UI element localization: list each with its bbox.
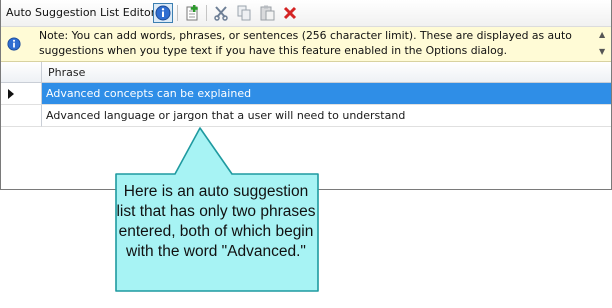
phrase-cell[interactable]: Advanced concepts can be explained — [42, 83, 611, 105]
paste-icon — [260, 5, 275, 21]
note-bar: Note: You can add words, phrases, or sen… — [1, 27, 611, 62]
phrase-column-header[interactable]: Phrase — [48, 66, 85, 79]
delete-button[interactable] — [280, 3, 300, 23]
scroll-up-icon[interactable]: ▲ — [599, 30, 605, 39]
phrase-cell[interactable]: Advanced language or jargon that a user … — [42, 105, 611, 127]
add-icon — [186, 5, 198, 21]
info-icon — [155, 5, 171, 21]
table-row[interactable]: Advanced language or jargon that a user … — [1, 105, 611, 127]
scroll-down-icon[interactable]: ▼ — [599, 47, 605, 56]
editor-title: Auto Suggestion List Editor — [6, 6, 156, 19]
info-button[interactable] — [153, 3, 173, 23]
toolbar-separator — [206, 5, 207, 21]
cut-icon — [214, 6, 228, 21]
note-text: Note: You can add words, phrases, or sen… — [39, 29, 572, 57]
paste-button[interactable] — [257, 3, 277, 23]
phrase-text: Advanced concepts can be explained — [46, 87, 252, 100]
cut-button[interactable] — [211, 3, 231, 23]
callout-text: Here is an auto suggestion list that has… — [116, 183, 316, 260]
row-selector[interactable] — [1, 105, 42, 127]
copy-button[interactable] — [234, 3, 254, 23]
note-scrollbar[interactable]: ▲ ▼ — [596, 27, 611, 61]
row-selector[interactable] — [1, 83, 42, 105]
table-row[interactable]: Advanced concepts can be explained — [1, 83, 611, 105]
info-icon — [7, 37, 21, 51]
delete-icon — [283, 6, 297, 20]
toolbar-separator — [177, 5, 178, 21]
add-button[interactable] — [182, 3, 202, 23]
phrase-grid: Phrase Advanced concepts can be explaine… — [1, 62, 611, 188]
toolbar: Auto Suggestion List Editor — [1, 0, 611, 27]
copy-icon — [237, 5, 251, 21]
row-header-corner — [1, 62, 42, 82]
phrase-text: Advanced language or jargon that a user … — [46, 109, 406, 122]
auto-suggestion-list-editor-window: Auto Suggestion List Editor Note: You ca… — [0, 0, 612, 190]
grid-header: Phrase — [1, 62, 611, 83]
current-row-arrow-icon — [8, 89, 14, 99]
